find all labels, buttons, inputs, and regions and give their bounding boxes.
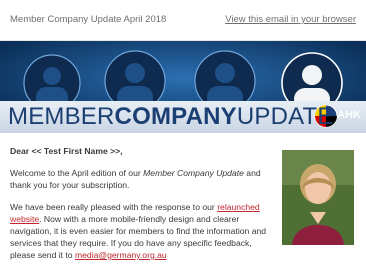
newsletter-banner: MEMBERCOMPANYUPDATE AHK [0,41,366,133]
media-email-link[interactable]: media@germany.org.au [75,250,167,260]
view-in-browser-link[interactable]: View this email in your browser [225,14,356,25]
email-page: Member Company Update April 2018 View th… [0,0,366,260]
greeting: Dear << Test First Name >>, [10,146,123,156]
paragraph-1: Welcome to the April edition of our Memb… [10,168,261,190]
email-header-bar: Member Company Update April 2018 View th… [0,0,366,41]
paragraph-2: We have been really pleased with the res… [10,202,267,260]
banner-title: MEMBERCOMPANYUPDATE [8,103,334,130]
ahk-logo: AHK [314,103,361,129]
newsletter-title: Member Company Update April 2018 [10,14,167,25]
portrait-photo [282,150,354,245]
email-body: Dear << Test First Name >>, Welcome to t… [10,145,275,271]
ahk-logo-text: AHK [337,109,361,121]
